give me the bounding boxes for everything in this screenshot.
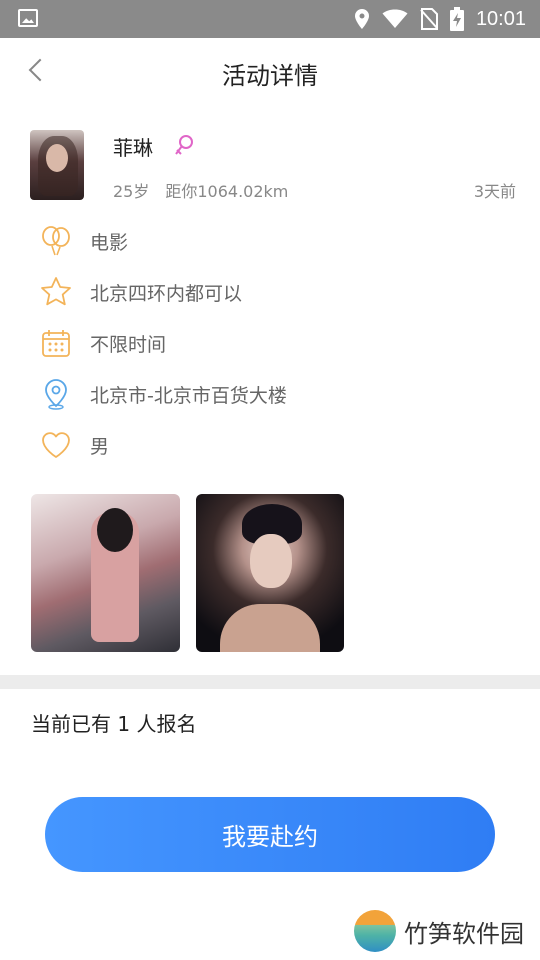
location-pin-icon: [45, 379, 67, 410]
activity-photo[interactable]: [31, 494, 180, 652]
header: 活动详情: [0, 38, 540, 104]
status-icons: 10:01: [354, 6, 526, 32]
page-title: 活动详情: [222, 62, 318, 90]
user-age: 25岁: [113, 182, 150, 201]
join-button[interactable]: 我要赴约: [45, 797, 495, 872]
image-icon: [18, 9, 38, 27]
status-bar: 10:01: [0, 0, 540, 38]
activity-photo[interactable]: [196, 494, 344, 652]
no-sim-icon: [420, 8, 438, 30]
user-name: 菲琳: [113, 136, 153, 160]
user-meta: 25岁 距你1064.02km: [113, 178, 288, 202]
signup-count: 当前已有 1 人报名: [31, 712, 197, 736]
detail-text: 电影: [90, 232, 129, 254]
avatar[interactable]: [30, 130, 84, 200]
balloon-icon: [42, 226, 70, 256]
detail-text: 不限时间: [90, 334, 167, 356]
watermark-logo-icon: [354, 910, 396, 952]
detail-text: 北京市-北京市百货大楼: [90, 385, 287, 407]
detail-row-time: 不限时间: [0, 317, 540, 368]
detail-row-activity: 电影: [0, 215, 540, 266]
posted-time: 3天前: [473, 182, 516, 201]
detail-text: 北京四环内都可以: [90, 283, 243, 305]
heart-icon: [42, 432, 70, 458]
battery-charging-icon: [449, 7, 464, 31]
status-time: 10:01: [475, 7, 526, 30]
detail-row-gender: 男: [0, 419, 540, 470]
female-icon: [175, 135, 193, 155]
user-distance: 距你1064.02km: [165, 182, 289, 201]
detail-row-location: 北京市-北京市百货大楼: [0, 368, 540, 419]
location-icon: [354, 9, 369, 29]
user-profile: 菲琳 25岁 距你1064.02km 3天前: [0, 124, 540, 204]
section-divider: [0, 675, 540, 689]
detail-row-place: 北京四环内都可以: [0, 266, 540, 317]
calendar-icon: [42, 330, 70, 357]
star-icon: [41, 277, 71, 306]
watermark: 竹笋软件园: [354, 910, 524, 952]
wifi-icon: [382, 9, 408, 28]
activity-details: 电影 北京四环内都可以 不限时间 北京市-北京市百货大楼 男: [0, 215, 540, 470]
detail-text: 男: [90, 436, 110, 458]
watermark-text: 竹笋软件园: [404, 919, 524, 948]
photo-gallery: [31, 494, 344, 652]
